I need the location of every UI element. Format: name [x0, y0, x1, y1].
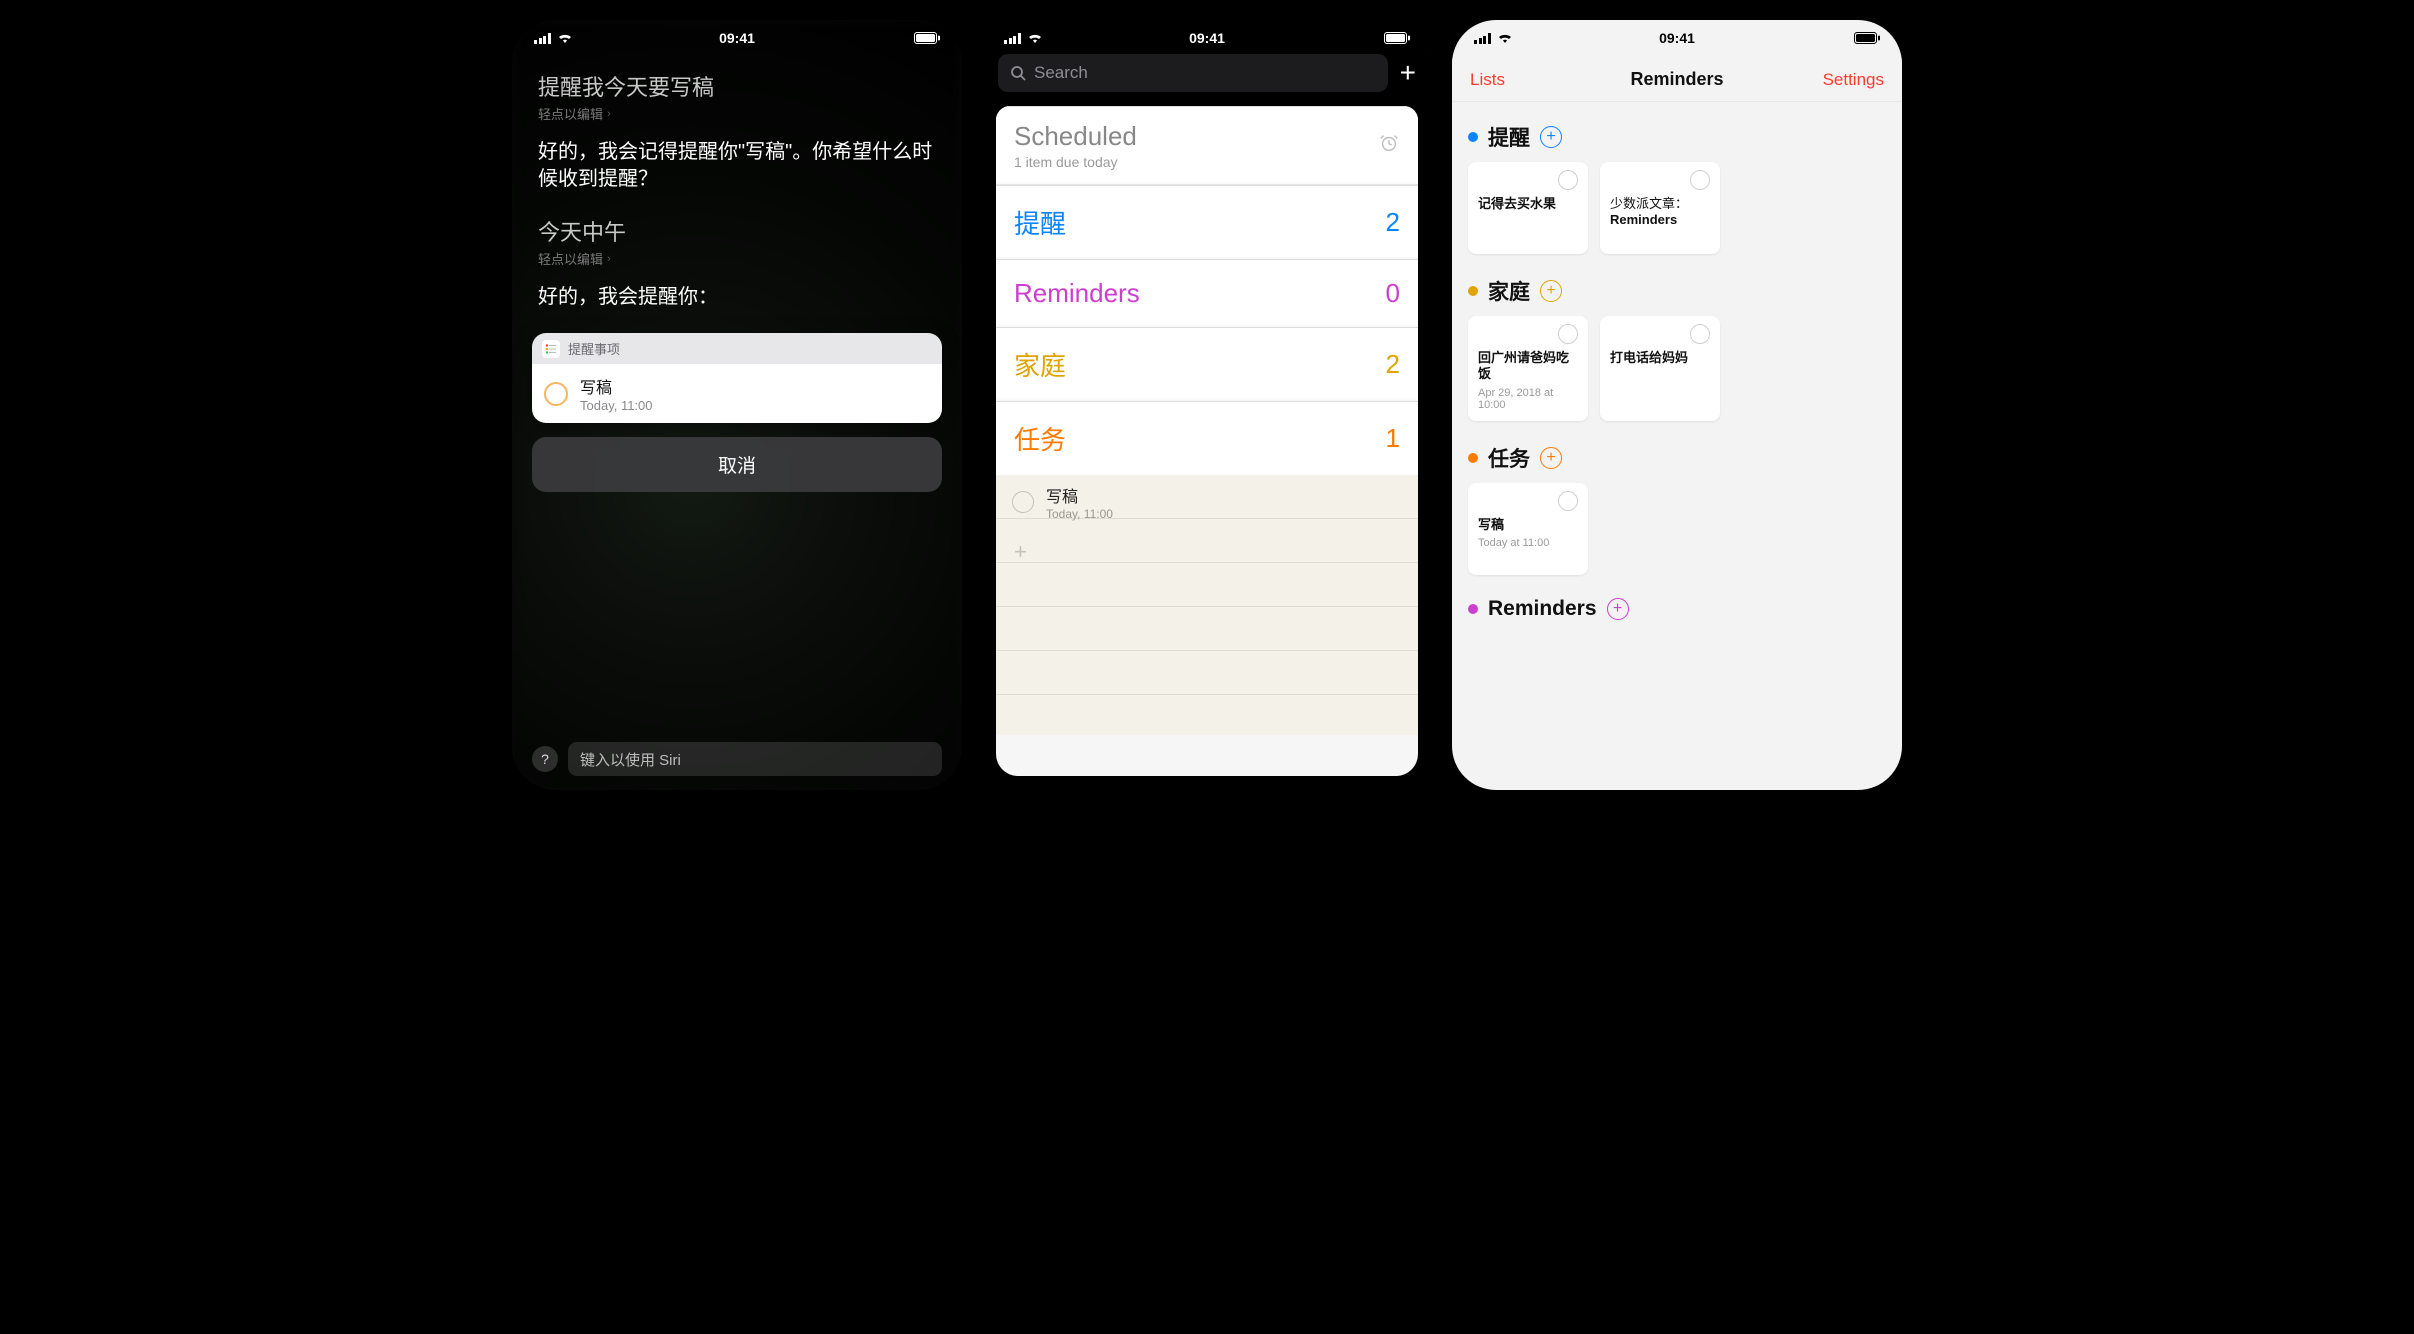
section-cards: 写稿 Today at 11:00	[1468, 483, 1886, 575]
section-color-dot	[1468, 132, 1478, 142]
section-header[interactable]: 家庭 +	[1468, 268, 1886, 316]
search-placeholder: Search	[1034, 63, 1088, 83]
reminder-card[interactable]: 回广州请爸妈吃饭 Apr 29, 2018 at 10:00	[1468, 316, 1588, 421]
list-name: Reminders	[1014, 278, 1140, 309]
card-title: 记得去买水果	[1478, 196, 1578, 212]
status-bar: 09:41	[982, 26, 1432, 50]
section-cards: 回广州请爸妈吃饭 Apr 29, 2018 at 10:00 打电话给妈妈	[1468, 316, 1886, 421]
siri-request-2[interactable]: 今天中午	[538, 215, 936, 247]
scheduled-sub: 1 item due today	[1014, 154, 1137, 170]
section-color-dot	[1468, 604, 1478, 614]
card-circle-icon[interactable]	[1690, 324, 1710, 344]
tap-to-edit-2[interactable]: 轻点以编辑 ›	[538, 249, 936, 268]
task-title: 写稿	[1046, 483, 1113, 507]
card-circle-icon[interactable]	[1558, 170, 1578, 190]
search-icon	[1010, 65, 1026, 81]
card-app-label: 提醒事项	[568, 339, 620, 358]
section-header[interactable]: Reminders +	[1468, 589, 1886, 631]
section-add-button[interactable]: +	[1540, 280, 1562, 302]
card-header: 提醒事项	[532, 333, 942, 364]
section-add-button[interactable]: +	[1540, 447, 1562, 469]
card-circle-icon[interactable]	[1558, 324, 1578, 344]
list-name: 提醒	[1014, 204, 1066, 241]
reminder-card[interactable]: 提醒事项 写稿 Today, 11:00	[532, 333, 942, 423]
add-list-button[interactable]: +	[1400, 57, 1416, 89]
siri-response-1: 好的，我会记得提醒你"写稿"。你希望什么时候收到提醒？	[538, 139, 936, 193]
chevron-right-icon: ›	[607, 108, 611, 120]
task-row[interactable]: 写稿 Today, 11:00	[996, 475, 1418, 529]
card-date: Apr 29, 2018 at 10:00	[1478, 387, 1578, 411]
list-sheet[interactable]: 任务 1	[996, 401, 1418, 475]
reminder-circle-icon[interactable]	[544, 382, 568, 406]
status-bar: 09:41	[1452, 26, 1902, 50]
card-date: Today at 11:00	[1478, 537, 1578, 549]
section-name: 家庭	[1488, 276, 1530, 306]
reminder-card[interactable]: 少数派文章：Reminders	[1600, 162, 1720, 254]
open-list-body: 写稿 Today, 11:00 +	[996, 475, 1418, 735]
section-color-dot	[1468, 453, 1478, 463]
list-name: 家庭	[1014, 346, 1066, 383]
list-count: 2	[1386, 207, 1400, 238]
section-header[interactable]: 提醒 +	[1468, 114, 1886, 162]
reminder-card[interactable]: 打电话给妈妈	[1600, 316, 1720, 421]
list-name: 任务	[1014, 420, 1066, 457]
sections-scroll[interactable]: 提醒 + 记得去买水果 少数派文章：Reminders 家庭 + 回广州请爸妈吃饭 Ap…	[1452, 102, 1902, 790]
card-title: 写稿	[1478, 517, 1578, 533]
reminder-title: 写稿	[580, 374, 653, 398]
list-count: 0	[1386, 278, 1400, 309]
add-task-button[interactable]: +	[996, 529, 1418, 575]
siri-response-2: 好的，我会提醒你：	[538, 284, 936, 311]
card-title: 少数派文章：Reminders	[1610, 196, 1710, 229]
scheduled-sheet[interactable]: Scheduled 1 item due today	[996, 106, 1418, 185]
section-header[interactable]: 任务 +	[1468, 435, 1886, 483]
scheduled-title: Scheduled	[1014, 121, 1137, 152]
phone-reminders-classic: 09:41 Search + Scheduled 1 item due toda…	[982, 20, 1432, 790]
card-title: 打电话给妈妈	[1610, 350, 1710, 366]
status-time: 09:41	[982, 30, 1432, 46]
list-sheet[interactable]: 家庭 2	[996, 327, 1418, 401]
search-input[interactable]: Search	[998, 54, 1388, 92]
nav-settings-button[interactable]: Settings	[1823, 70, 1884, 90]
cancel-button[interactable]: 取消	[532, 437, 942, 492]
nav-bar: Lists Reminders Settings	[1452, 58, 1902, 102]
card-circle-icon[interactable]	[1558, 491, 1578, 511]
section-cards: 记得去买水果 少数派文章：Reminders	[1468, 162, 1886, 254]
list-sheet[interactable]: Reminders 0	[996, 259, 1418, 327]
lists-stack: Scheduled 1 item due today 提醒 2 Reminders 0…	[996, 106, 1418, 776]
reminder-card[interactable]: 写稿 Today at 11:00	[1468, 483, 1588, 575]
list-count: 1	[1386, 423, 1400, 454]
list-sheet[interactable]: 提醒 2	[996, 185, 1418, 259]
task-subtitle: Today, 11:00	[1046, 507, 1113, 521]
reminders-app-icon	[542, 340, 560, 358]
task-circle-icon[interactable]	[1012, 491, 1034, 513]
phone-siri: 09:41 提醒我今天要写稿 轻点以编辑 › 好的，我会记得提醒你"写稿"。你希…	[512, 20, 962, 790]
chevron-right-icon: ›	[607, 253, 611, 265]
status-time: 09:41	[512, 30, 962, 46]
nav-lists-button[interactable]: Lists	[1470, 70, 1505, 90]
siri-input-placeholder: 键入以使用 Siri	[580, 749, 681, 770]
siri-request-1[interactable]: 提醒我今天要写稿	[538, 70, 936, 102]
section-name: Reminders	[1488, 597, 1597, 621]
list-count: 2	[1386, 349, 1400, 380]
status-bar: 09:41	[512, 26, 962, 50]
section-name: 任务	[1488, 443, 1530, 473]
section-add-button[interactable]: +	[1607, 598, 1629, 620]
help-button[interactable]: ?	[532, 746, 558, 772]
siri-text-input[interactable]: 键入以使用 Siri	[568, 742, 942, 776]
status-time: 09:41	[1452, 30, 1902, 46]
tap-to-edit-1[interactable]: 轻点以编辑 ›	[538, 104, 936, 123]
section-color-dot	[1468, 286, 1478, 296]
section-add-button[interactable]: +	[1540, 126, 1562, 148]
card-title: 回广州请爸妈吃饭	[1478, 350, 1578, 383]
clock-icon	[1378, 132, 1400, 159]
reminder-subtitle: Today, 11:00	[580, 398, 653, 413]
card-circle-icon[interactable]	[1690, 170, 1710, 190]
phone-reminders-grid: 09:41 Lists Reminders Settings 提醒 +记得去买水…	[1452, 20, 1902, 790]
reminder-card[interactable]: 记得去买水果	[1468, 162, 1588, 254]
section-name: 提醒	[1488, 122, 1530, 152]
